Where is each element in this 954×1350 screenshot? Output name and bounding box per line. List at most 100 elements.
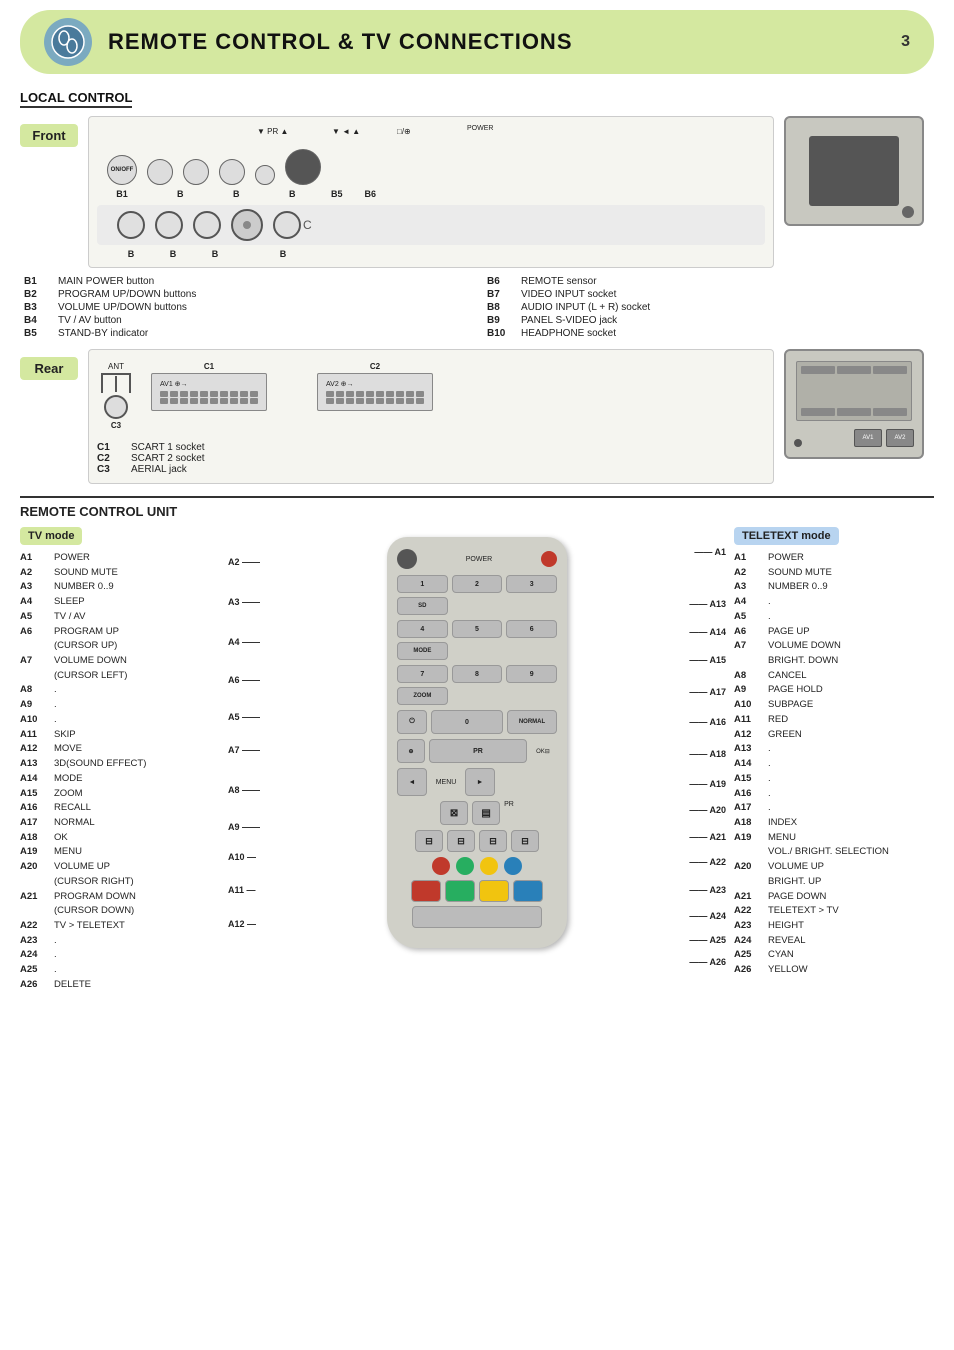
b9-desc: B9 PANEL S-VIDEO jack	[487, 315, 930, 326]
tv-a13: A133D(SOUND EFFECT)	[20, 757, 220, 772]
btn-1[interactable]: 1	[397, 575, 448, 593]
b2-button[interactable]	[147, 159, 173, 185]
btn-3[interactable]: 3	[506, 575, 557, 593]
tv-a23: A23.	[20, 934, 220, 949]
btn-zoom[interactable]: ZOOM	[397, 687, 448, 705]
btn-joystick[interactable]	[231, 209, 263, 241]
btn-yellow[interactable]	[480, 857, 498, 875]
btn-left-arrow[interactable]: ◄	[397, 768, 427, 796]
b1-button[interactable]: ON/OFF	[107, 155, 137, 185]
btn-8[interactable]: 8	[452, 665, 503, 683]
btn-b3[interactable]	[479, 880, 509, 902]
tv-a25: A25.	[20, 963, 220, 978]
btn-b1[interactable]	[411, 880, 441, 902]
power-text: POWER	[466, 556, 492, 563]
btn-f3[interactable]: ⊟	[479, 830, 507, 852]
btn-bottom-2[interactable]	[155, 211, 183, 239]
btn-right-arrow[interactable]: ►	[465, 768, 495, 796]
rear-av-ports: AV1 AV2	[854, 429, 914, 447]
tt-a20b: BRIGHT. UP	[734, 875, 934, 890]
tv-a17: A17NORMAL	[20, 816, 220, 831]
btn-sleep[interactable]: ⏻	[397, 710, 427, 734]
btn-green[interactable]	[456, 857, 474, 875]
tv-a5: A5TV / AV	[20, 610, 220, 625]
scart1-row2	[160, 398, 258, 404]
remote-body: POWER 1 2 3 SD 4 5 6 MODE 7	[387, 537, 567, 948]
tv-rear-image: AV1 AV2	[784, 349, 924, 459]
btn-0[interactable]: 0	[431, 710, 503, 734]
btn-bottom-1[interactable]	[117, 211, 145, 239]
tv-a2: A2SOUND MUTE	[20, 566, 220, 581]
b5-desc: B5 STAND-BY indicator	[24, 328, 467, 339]
btn-mode[interactable]: MODE	[397, 642, 448, 660]
tv-a15: A15ZOOM	[20, 787, 220, 802]
btn-4[interactable]: 4	[397, 620, 448, 638]
tv-a7b: (CURSOR LEFT)	[20, 669, 220, 684]
b6-group	[285, 149, 321, 185]
btn-5[interactable]: 5	[452, 620, 503, 638]
rear-label: Rear	[20, 357, 78, 380]
teletext-mode-label: TELETEXT mode	[734, 527, 839, 545]
tv-a3: A3NUMBER 0..9	[20, 580, 220, 595]
rear-port-row2	[801, 408, 907, 416]
b2-b-group	[147, 159, 173, 185]
page-title: REMOTE CONTROL & TV CONNECTIONS	[108, 29, 573, 55]
btn-f4[interactable]: ⊟	[511, 830, 539, 852]
b4-b-group	[219, 159, 245, 185]
number-grid3: 7 8 9 ZOOM	[397, 665, 557, 705]
btn-6[interactable]: 6	[506, 620, 557, 638]
tv-a8: A8.	[20, 683, 220, 698]
power-label-top: POWER	[467, 125, 493, 132]
power-button[interactable]	[541, 551, 557, 567]
btn-del[interactable]	[412, 906, 542, 928]
b7-desc: B7 VIDEO INPUT socket	[487, 289, 930, 300]
tt-a15: A15.	[734, 772, 934, 787]
c2-desc: C2 SCART 2 socket	[97, 453, 765, 464]
btn-normal[interactable]: NORMAL	[507, 710, 557, 734]
vol-label: ▼ ◄ ▲	[332, 127, 360, 136]
teletext-list: A1POWER A2SOUND MUTE A3NUMBER 0..9 A4. A…	[734, 551, 934, 978]
av1-label: AV1 ⊕→	[160, 380, 258, 388]
front-diagram: ▼ PR ▲ ▼ ◄ ▲ □/⊕ POWER ON/OFF	[88, 116, 774, 268]
a18-right-label: —— A18	[689, 749, 726, 759]
btn-b4[interactable]	[513, 880, 543, 902]
btn-9[interactable]: 9	[506, 665, 557, 683]
aerial-port	[104, 395, 128, 419]
ant-symbol	[101, 373, 131, 393]
btn-cyan[interactable]	[504, 857, 522, 875]
rear-knob	[794, 439, 802, 447]
btn-tvav[interactable]: ⊕	[397, 739, 425, 763]
tv-a9: A9.	[20, 698, 220, 713]
b3-desc: B3 VOLUME UP/DOWN buttons	[24, 302, 467, 313]
btn-f2[interactable]: ⊟	[447, 830, 475, 852]
remote-image-area: A2 —— A3 —— A4 —— A6 —— A5 —— A7 —— A8 —…	[228, 527, 726, 948]
btn-bottom-3[interactable]	[193, 211, 221, 239]
tt-a1: A1POWER	[734, 551, 934, 566]
btn-bottom-4[interactable]	[273, 211, 301, 239]
btn-sound[interactable]: ▤	[472, 801, 500, 825]
b6-button[interactable]	[285, 149, 321, 185]
c1-top-label: C1	[204, 362, 214, 371]
pr-center: PR	[504, 801, 514, 825]
b3-button[interactable]	[183, 159, 209, 185]
b5-button[interactable]	[255, 165, 275, 185]
btn-red[interactable]	[432, 857, 450, 875]
local-control-title: LOCAL CONTROL	[20, 90, 132, 108]
btn-sd[interactable]: SD	[397, 597, 448, 615]
btn-b2[interactable]	[445, 880, 475, 902]
a21-right-label: —— A21	[689, 832, 726, 842]
btn-2[interactable]: 2	[452, 575, 503, 593]
a19-right-label: —— A19	[689, 779, 726, 789]
a10-left-label: A10 —	[228, 852, 256, 862]
btn-pic[interactable]: ⊠	[440, 801, 468, 825]
tt-a18: A18INDEX	[734, 816, 934, 831]
btn-pr[interactable]: PR	[429, 739, 527, 763]
b-label3: B	[289, 189, 315, 199]
btn-7[interactable]: 7	[397, 665, 448, 683]
b4-button[interactable]	[219, 159, 245, 185]
btn-f1[interactable]: ⊟	[415, 830, 443, 852]
b6-desc: B6 REMOTE sensor	[487, 276, 930, 287]
tv-a20: A20VOLUME UP	[20, 860, 220, 875]
color-buttons	[397, 857, 557, 875]
a14-right-label: —— A14	[689, 627, 726, 637]
